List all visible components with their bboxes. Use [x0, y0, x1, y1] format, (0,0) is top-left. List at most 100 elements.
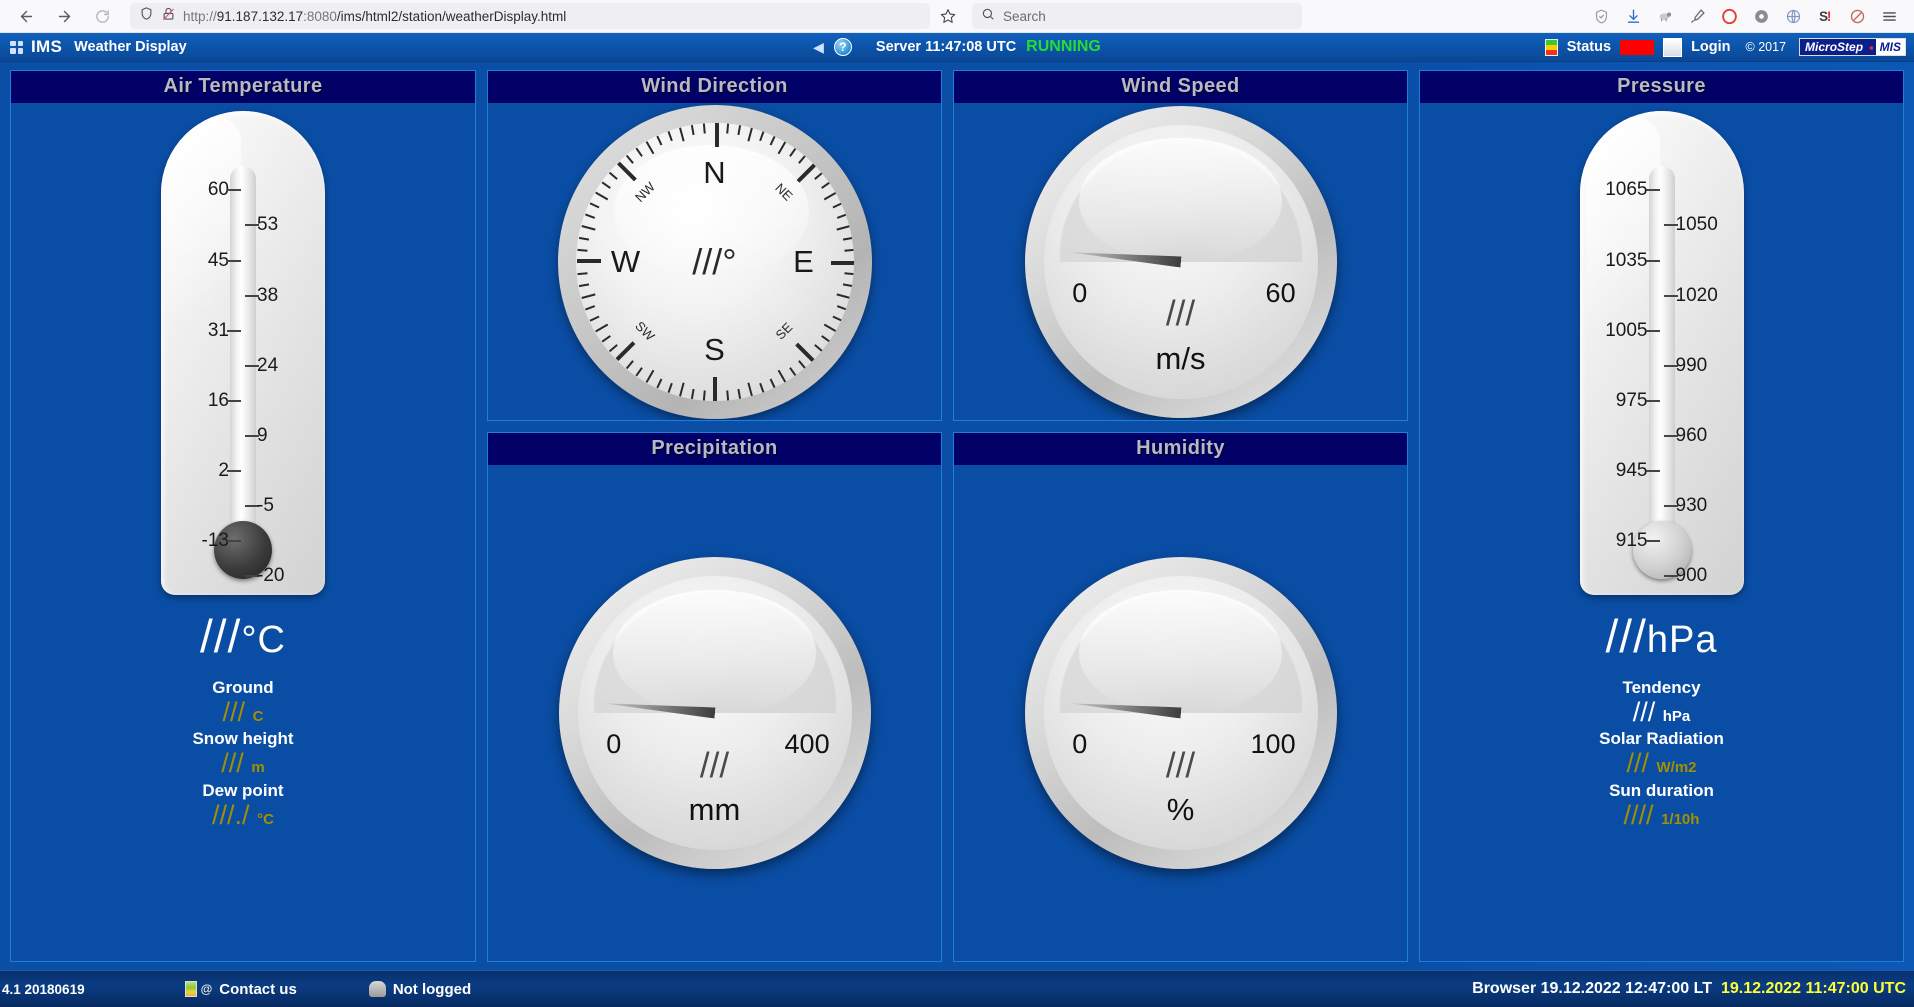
- pressure-reading: ///: [1605, 610, 1647, 662]
- status-badge: [1620, 39, 1655, 55]
- sun-duration-reading: ////: [1623, 799, 1654, 830]
- blocked-icon[interactable]: [1846, 5, 1868, 27]
- sheep-icon[interactable]: [1654, 5, 1676, 27]
- scale-label: -13: [201, 530, 229, 552]
- humidity-value: ///: [1165, 745, 1196, 785]
- panel-pressure: Pressure 1065 1050 1035 1020 1005 990 97…: [1419, 70, 1904, 962]
- status-button[interactable]: Status: [1567, 39, 1611, 55]
- column-wind-direction-precipitation: Wind Direction N E S W NE SE SW NW ///° …: [487, 70, 942, 962]
- footer-clock-group: Browser 19.12.2022 12:47:00 LT 19.12.202…: [1472, 980, 1906, 998]
- thermometer-scale-air: 60 53 45 38 31 24 16 9 2 -5 -13 -20: [161, 165, 325, 586]
- scale-label: 1020: [1675, 284, 1718, 306]
- humidity-min: 0: [1072, 729, 1088, 760]
- address-bar[interactable]: http://91.187.132.17:8080/ims/html2/stat…: [130, 3, 930, 29]
- pressure-value: ///hPa: [1606, 609, 1718, 663]
- wind-speed-unit: m/s: [1155, 340, 1206, 376]
- panel-title-air-temperature: Air Temperature: [11, 71, 475, 103]
- ground-value: /// C: [192, 698, 293, 726]
- search-bar[interactable]: Search: [972, 3, 1302, 29]
- extension-icons: S!: [1590, 5, 1904, 27]
- login-card-icon[interactable]: [1663, 37, 1683, 57]
- scale-label: 930: [1675, 495, 1708, 517]
- left-triangle-icon[interactable]: ◀: [813, 39, 824, 56]
- scale-tick: [227, 470, 241, 473]
- back-arrow-icon[interactable]: [10, 2, 42, 30]
- scale-tick: [227, 259, 241, 262]
- panel-body-air-temperature: 60 53 45 38 31 24 16 9 2 -5 -13 -20 ///°…: [11, 103, 475, 961]
- scale-label: 945: [1615, 460, 1648, 482]
- scale-label: 960: [1675, 425, 1708, 447]
- ground-reading: ///: [222, 697, 246, 727]
- logo-mis: MIS: [1875, 39, 1905, 55]
- scale-label: -20: [257, 565, 285, 587]
- compass-label-s: S: [704, 332, 725, 368]
- broken-lock-icon[interactable]: [161, 6, 176, 27]
- login-status-item[interactable]: Not logged: [368, 980, 472, 998]
- hamburger-menu-icon[interactable]: [1878, 5, 1900, 27]
- globe-lock-icon[interactable]: [1782, 5, 1804, 27]
- at-symbol-icon: @: [200, 982, 213, 996]
- column-wind-speed-humidity: Wind Speed 0 60 /// m/s Humidity 0 100 /…: [953, 70, 1408, 962]
- panel-body-precipitation: 0 400 /// mm: [488, 465, 941, 961]
- mail-icon: [184, 981, 197, 997]
- scale-label: 1050: [1675, 214, 1718, 236]
- sun-duration-unit: 1/10h: [1661, 810, 1700, 828]
- compass-label-n: N: [703, 154, 726, 190]
- air-temperature-sub-readings: Ground /// C Snow height /// m Dew point…: [192, 675, 293, 829]
- header-right-group: Status Login © 2017 MicroStep ▪ MIS: [1544, 37, 1906, 57]
- app-grid-icon[interactable]: [10, 40, 23, 54]
- panel-title-humidity: Humidity: [954, 433, 1407, 465]
- panel-precipitation: Precipitation 0 400 /// mm: [487, 432, 942, 962]
- server-status: RUNNING: [1026, 38, 1101, 55]
- precipitation-min: 0: [606, 729, 622, 760]
- opera-o-icon[interactable]: [1718, 5, 1740, 27]
- user-icon: [368, 981, 386, 997]
- contact-us-link[interactable]: @ Contact us: [184, 980, 297, 998]
- reload-icon[interactable]: [86, 2, 118, 30]
- gear-icon[interactable]: [1750, 5, 1772, 27]
- search-input[interactable]: Search: [1003, 9, 1046, 24]
- scale-tick: [1645, 189, 1660, 192]
- contact-us-label: Contact us: [219, 980, 297, 998]
- gauge-wind-speed: 0 60 /// m/s: [1024, 103, 1337, 420]
- logo-microstep: MicroStep: [1800, 39, 1868, 55]
- traffic-light-icon[interactable]: [1544, 38, 1558, 56]
- pressure-unit: hPa: [1646, 619, 1718, 661]
- shield-icon[interactable]: [139, 6, 154, 26]
- s-alert-icon[interactable]: S!: [1814, 5, 1836, 27]
- snow-height-reading: ///: [221, 748, 244, 779]
- scale-tick: [227, 329, 241, 332]
- login-status-label: Not logged: [392, 980, 472, 998]
- compass-label-e: E: [793, 243, 814, 279]
- compass-label-w: W: [610, 243, 641, 279]
- url-port: :8080: [303, 8, 337, 24]
- forward-arrow-icon[interactable]: [48, 2, 80, 30]
- scale-label: 60: [207, 179, 229, 201]
- scale-tick: [227, 189, 241, 192]
- panel-wind-speed: Wind Speed 0 60 /// m/s: [953, 70, 1408, 421]
- copyright-text: © 2017: [1745, 40, 1787, 54]
- solar-radiation-value: /// W/m2: [1599, 749, 1724, 777]
- wind-speed-min: 0: [1072, 277, 1088, 308]
- snow-height-value: /// m: [192, 749, 293, 777]
- tendency-reading: ///: [1632, 697, 1656, 727]
- dew-point-reading: ///./: [212, 799, 250, 830]
- download-icon[interactable]: [1622, 5, 1644, 27]
- panel-body-wind-speed: 0 60 /// m/s: [954, 103, 1407, 420]
- scale-tick: [1645, 470, 1660, 473]
- scale-label: 31: [207, 319, 229, 341]
- scale-tick: [1645, 540, 1660, 543]
- shield-check-icon[interactable]: [1590, 5, 1612, 27]
- dew-point-unit: °C: [257, 810, 274, 828]
- login-button[interactable]: Login: [1691, 39, 1730, 55]
- help-question-icon[interactable]: ?: [833, 38, 852, 56]
- scale-label: 53: [257, 214, 279, 236]
- eyedropper-icon[interactable]: [1686, 5, 1708, 27]
- url-text: http://91.187.132.17:8080/ims/html2/stat…: [183, 9, 921, 24]
- panel-humidity: Humidity 0 100 /// %: [953, 432, 1408, 962]
- sun-duration-label: Sun duration: [1609, 780, 1714, 800]
- star-icon[interactable]: [936, 4, 960, 28]
- compass-wind-direction: N E S W NE SE SW NW ///°: [557, 103, 872, 420]
- wind-speed-max: 60: [1265, 277, 1296, 308]
- snow-height-label: Snow height: [192, 729, 294, 749]
